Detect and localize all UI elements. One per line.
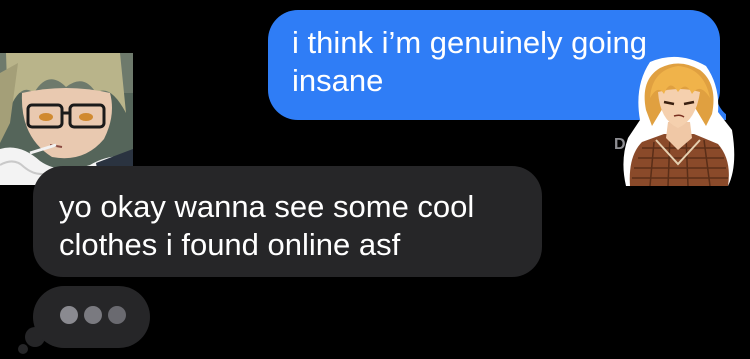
typing-dot-icon	[84, 306, 102, 324]
anime-character-sticker-icon[interactable]	[620, 56, 738, 187]
typing-dot-icon	[60, 306, 78, 324]
received-message-bubble[interactable]: yo okay wanna see some cool clothes i fo…	[33, 166, 542, 277]
received-message-line-2: clothes i found online asf	[59, 227, 401, 262]
typing-tail-small-dot	[18, 344, 28, 354]
received-message-line-1: yo okay wanna see some cool	[59, 189, 475, 224]
message-thread: i think i’m genuinely going insane D yo …	[0, 0, 750, 359]
typing-dot-icon	[108, 306, 126, 324]
